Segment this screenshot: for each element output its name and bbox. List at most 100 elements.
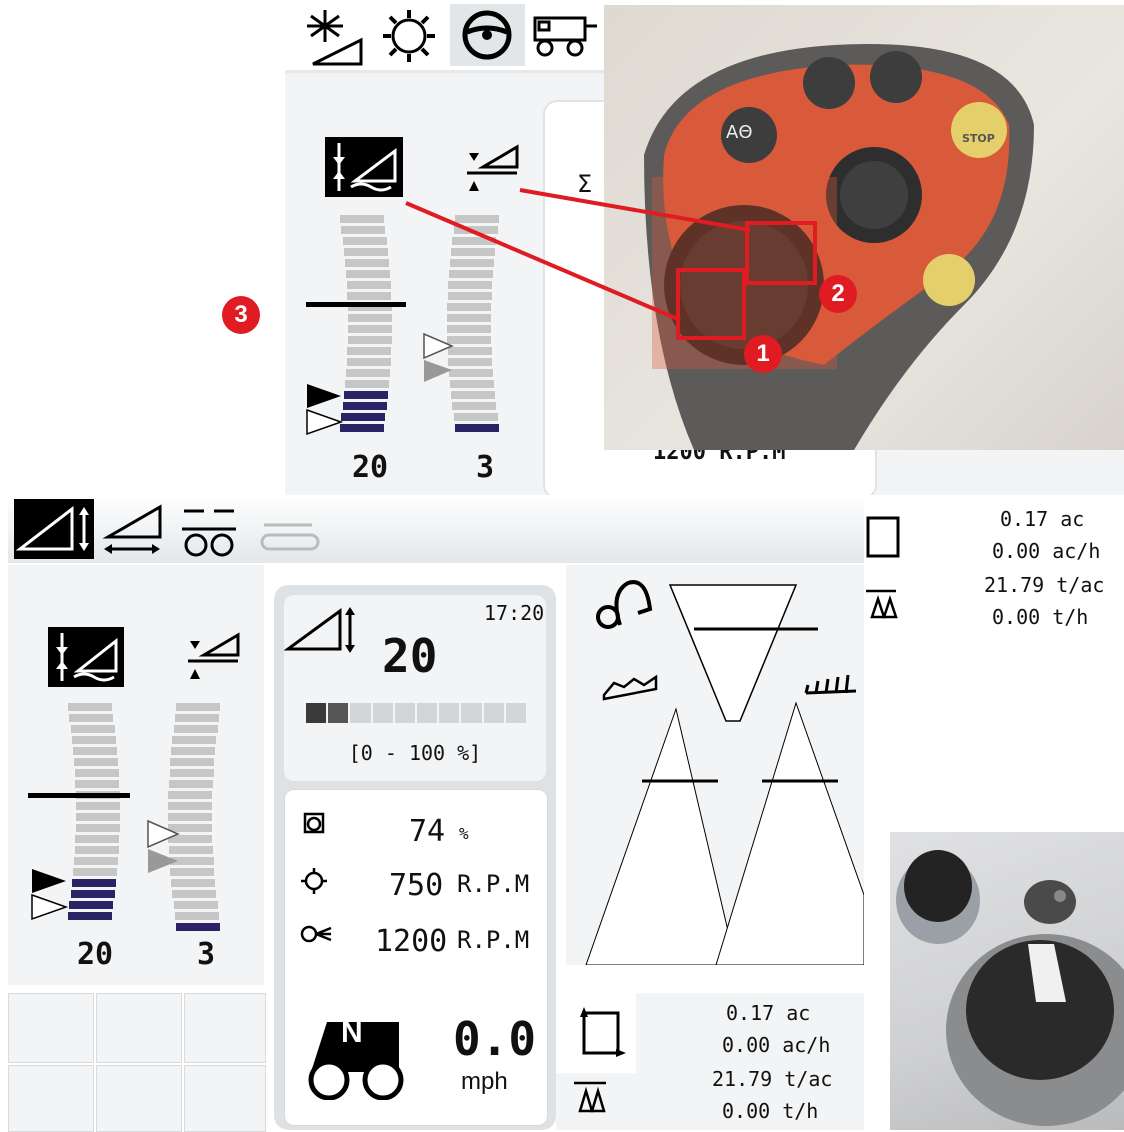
gauge-segment: [340, 215, 384, 223]
gauge-segment: [75, 835, 119, 843]
control-knob-photo: [890, 832, 1124, 1130]
callout-1: 1: [744, 335, 782, 373]
gauge-segment: [175, 714, 219, 722]
top-left-setpoint-line: [306, 302, 406, 307]
shortcut-cell[interactable]: [96, 1065, 182, 1132]
concave-spacing-icon[interactable]: [178, 501, 240, 559]
gauge-segment: [347, 358, 391, 366]
gauge-segment: [341, 413, 385, 421]
metric-yield-per-area: 21.79 t/ac: [712, 1067, 833, 1091]
gauge-segment: [449, 270, 493, 278]
drum-speed-unit: R.P.M: [457, 870, 530, 898]
gauge-segment: [348, 336, 392, 344]
gauge-segment: [348, 314, 392, 322]
gauge-segment: [76, 813, 120, 821]
right-gauge-bar: [168, 703, 236, 935]
gauge-segment: [74, 857, 118, 865]
gauge-segment: [344, 391, 388, 399]
top-right-gauge-value: 3: [475, 450, 495, 485]
top-left-marker-icon: [306, 384, 344, 436]
bottom-metrics-panel: 0.17 ac 0.00 ac/h 21.79 t/ac 0.00 t/h: [556, 993, 864, 1130]
gauge-segment: [71, 725, 115, 733]
header-height-icon[interactable]: [14, 499, 94, 559]
metric-area: 0.17 ac: [726, 1001, 811, 1025]
sun-slope-icon[interactable]: [303, 6, 367, 66]
callout-2: 2: [819, 275, 857, 313]
rotor-icon: [596, 580, 653, 629]
gauge-segment: [174, 901, 218, 909]
gauge-segment: [176, 923, 220, 931]
gauge-segment: [347, 281, 391, 289]
separator-graphic: [566, 565, 865, 966]
setpoint-value: 20: [382, 629, 438, 683]
gauge-segment: [74, 758, 118, 766]
gauge-segment: [345, 380, 389, 388]
left-gauge-bar: [68, 703, 124, 925]
ground-speed-unit: mph: [461, 1068, 508, 1095]
setpoint-segment: [306, 703, 327, 723]
gauge-segment: [448, 281, 492, 289]
gauge-segment: [447, 303, 491, 311]
gauge-segment: [171, 747, 215, 755]
engine-load-unit: %: [459, 824, 469, 843]
gauge-segment: [341, 226, 385, 234]
shortcut-cell[interactable]: [184, 1065, 266, 1132]
fan-speed-unit: R.P.M: [457, 926, 530, 954]
auto-float-button-label: AΘ: [726, 122, 753, 143]
gauge-segment: [73, 868, 117, 876]
setpoint-segment: [439, 703, 460, 723]
setpoint-segment: [394, 703, 416, 723]
info-button[interactable]: [1032, 884, 1068, 920]
gauge-segment: [69, 901, 113, 909]
gauge-segment: [171, 879, 215, 887]
gauge-segment: [346, 369, 390, 377]
gauge-segment: [343, 237, 387, 245]
setpoint-segment: [372, 703, 393, 723]
setpoint-segment: [461, 703, 482, 723]
gauge-segment: [452, 402, 496, 410]
setpoint-range: [0 - 100 %]: [348, 741, 482, 765]
header-tilt-icon[interactable]: [100, 503, 170, 558]
metric-area-rate: 0.00 ac/h: [722, 1033, 831, 1057]
conveyor-icon[interactable]: [258, 517, 322, 553]
gauge-segment: [71, 890, 115, 898]
gauge-segment: [75, 780, 119, 788]
gauge-area: 20 3: [8, 565, 264, 985]
sieve-icon: [602, 674, 658, 701]
shortcut-cell[interactable]: [96, 993, 182, 1063]
gauge-segment: [170, 769, 214, 777]
top-metric-yield-per-area: 21.79 t/ac: [984, 573, 1105, 597]
header-height-small-icon: [463, 143, 521, 195]
shortcut-cell[interactable]: [8, 993, 94, 1063]
shortcut-cell[interactable]: [184, 993, 266, 1063]
gauge-segment: [76, 802, 120, 810]
gauge-segment: [447, 314, 491, 322]
bottom-tab-bar: [8, 495, 864, 563]
gear-indicator: N: [341, 1016, 363, 1049]
steering-wheel-icon[interactable]: [450, 4, 525, 66]
combine-harvester-icon[interactable]: [529, 12, 599, 60]
top-mini-icon-1: Σ: [577, 170, 593, 198]
setpoint-panel[interactable]: 17:20 20 [0 - 100 %]: [284, 595, 546, 781]
gauge-segment: [69, 714, 113, 722]
setpoint-segment: [350, 703, 371, 723]
gear-sun-icon[interactable]: [381, 8, 437, 64]
header-float-icon: [48, 627, 124, 687]
gauge-segment: [168, 791, 212, 799]
header-height-icon: [284, 607, 355, 653]
right-gauge-value: 3: [196, 937, 216, 972]
gauge-segment: [75, 846, 119, 854]
gauge-segment: [68, 703, 112, 711]
header-float-icon: [325, 137, 403, 197]
chaffer-icon: [804, 674, 857, 695]
gauge-segment: [72, 879, 116, 887]
setpoint-progress-bar: [306, 703, 527, 723]
metric-yield-rate: 0.00 t/h: [722, 1099, 819, 1123]
engine-load-icon: [303, 812, 325, 834]
gauge-segment: [347, 347, 391, 355]
setpoint-segment: [417, 703, 438, 723]
setpoint-segment: [505, 703, 527, 723]
right-marker-icon: [147, 819, 180, 873]
gauge-segment: [340, 424, 384, 432]
shortcut-cell[interactable]: [8, 1065, 94, 1132]
